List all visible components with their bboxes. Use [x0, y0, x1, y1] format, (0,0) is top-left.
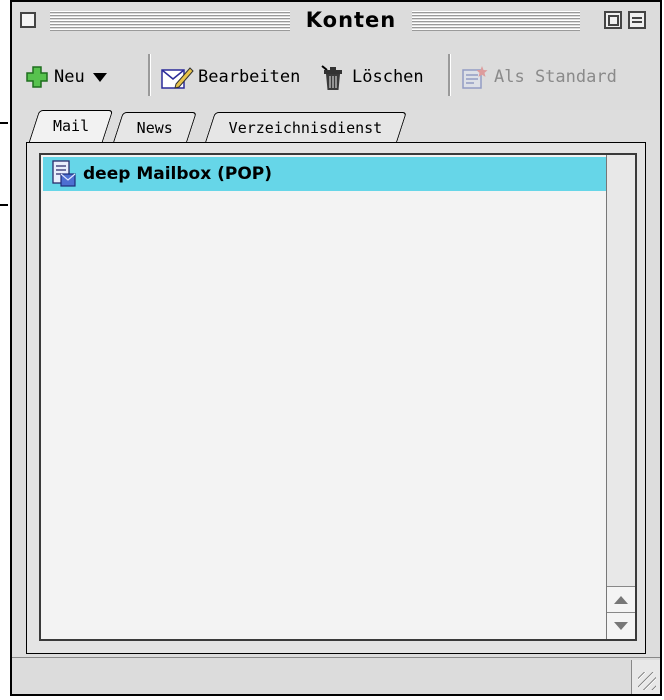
accounts-window: Konten Neu Bearbeiten Löschen Als Standa… — [10, 0, 662, 696]
title-bar-stripes — [412, 11, 580, 31]
trash-icon — [318, 64, 348, 90]
vertical-scrollbar[interactable] — [606, 155, 635, 639]
title-bar[interactable]: Konten — [12, 2, 660, 42]
tab-news[interactable]: News — [113, 112, 197, 142]
status-bar — [12, 657, 660, 694]
scroll-up-arrow-icon[interactable] — [607, 586, 635, 613]
title-bar-stripes — [50, 11, 290, 31]
tab-news-label: News — [136, 119, 173, 137]
new-button[interactable]: Neu — [24, 62, 107, 92]
account-type-tabs: Mail News Verzeichnisdienst — [12, 108, 660, 144]
edit-button[interactable]: Bearbeiten — [160, 62, 300, 92]
plus-icon — [24, 64, 50, 90]
toolbar-separator — [448, 54, 451, 96]
edge-mark — [0, 204, 8, 206]
delete-button[interactable]: Löschen — [318, 62, 424, 92]
zoom-box-button[interactable] — [604, 11, 622, 29]
edit-document-icon — [160, 64, 194, 90]
window-title: Konten — [305, 8, 397, 32]
tab-verzeichnisdienst-label: Verzeichnisdienst — [228, 119, 383, 137]
tab-mail[interactable]: Mail — [28, 110, 114, 142]
accounts-list[interactable]: deep Mailbox (POP) — [39, 153, 637, 641]
close-box-button[interactable] — [20, 12, 36, 28]
edit-button-label: Bearbeiten — [198, 67, 301, 87]
toolbar: Neu Bearbeiten Löschen Als Standard — [12, 40, 660, 110]
scroll-down-arrow-icon[interactable] — [607, 612, 635, 639]
mailbox-icon — [51, 160, 77, 188]
account-name: deep Mailbox (POP) — [83, 164, 273, 184]
collapse-box-button[interactable] — [628, 11, 646, 29]
set-default-button-label: Als Standard — [494, 67, 617, 87]
resize-grip-icon[interactable] — [631, 660, 660, 694]
new-button-label: Neu — [54, 67, 85, 87]
default-account-icon — [460, 64, 490, 90]
tab-verzeichnisdienst[interactable]: Verzeichnisdienst — [205, 112, 407, 142]
tab-mail-label: Mail — [53, 117, 90, 135]
triangle-down-icon[interactable] — [92, 72, 107, 82]
list-item[interactable]: deep Mailbox (POP) — [43, 157, 609, 191]
tab-content-pane: deep Mailbox (POP) — [26, 142, 646, 654]
delete-button-label: Löschen — [352, 67, 424, 87]
toolbar-separator — [148, 54, 151, 96]
set-default-button[interactable]: Als Standard — [460, 62, 617, 92]
edge-mark — [0, 122, 8, 124]
